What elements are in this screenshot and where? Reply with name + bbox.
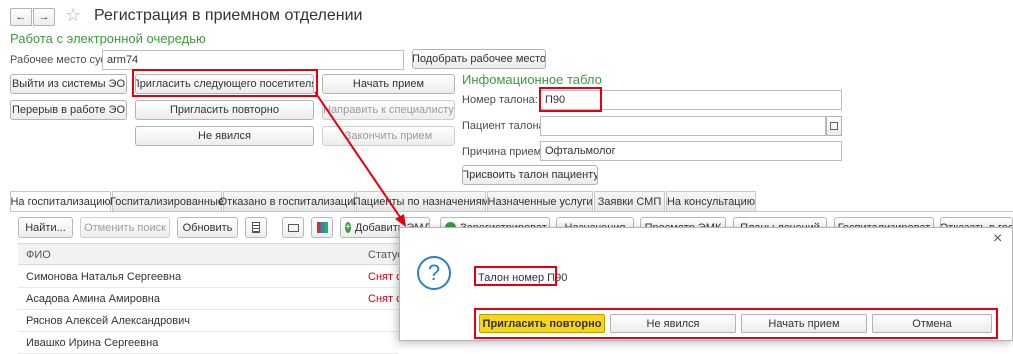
- dialog-message-highlight: [474, 266, 557, 286]
- confirm-dialog: × ? Талон номер П90 Пригласить повторно …: [399, 227, 1013, 341]
- question-icon: ?: [417, 256, 451, 290]
- dialog-buttons-highlight: [474, 308, 998, 339]
- dialog-close-icon[interactable]: ×: [993, 230, 1002, 248]
